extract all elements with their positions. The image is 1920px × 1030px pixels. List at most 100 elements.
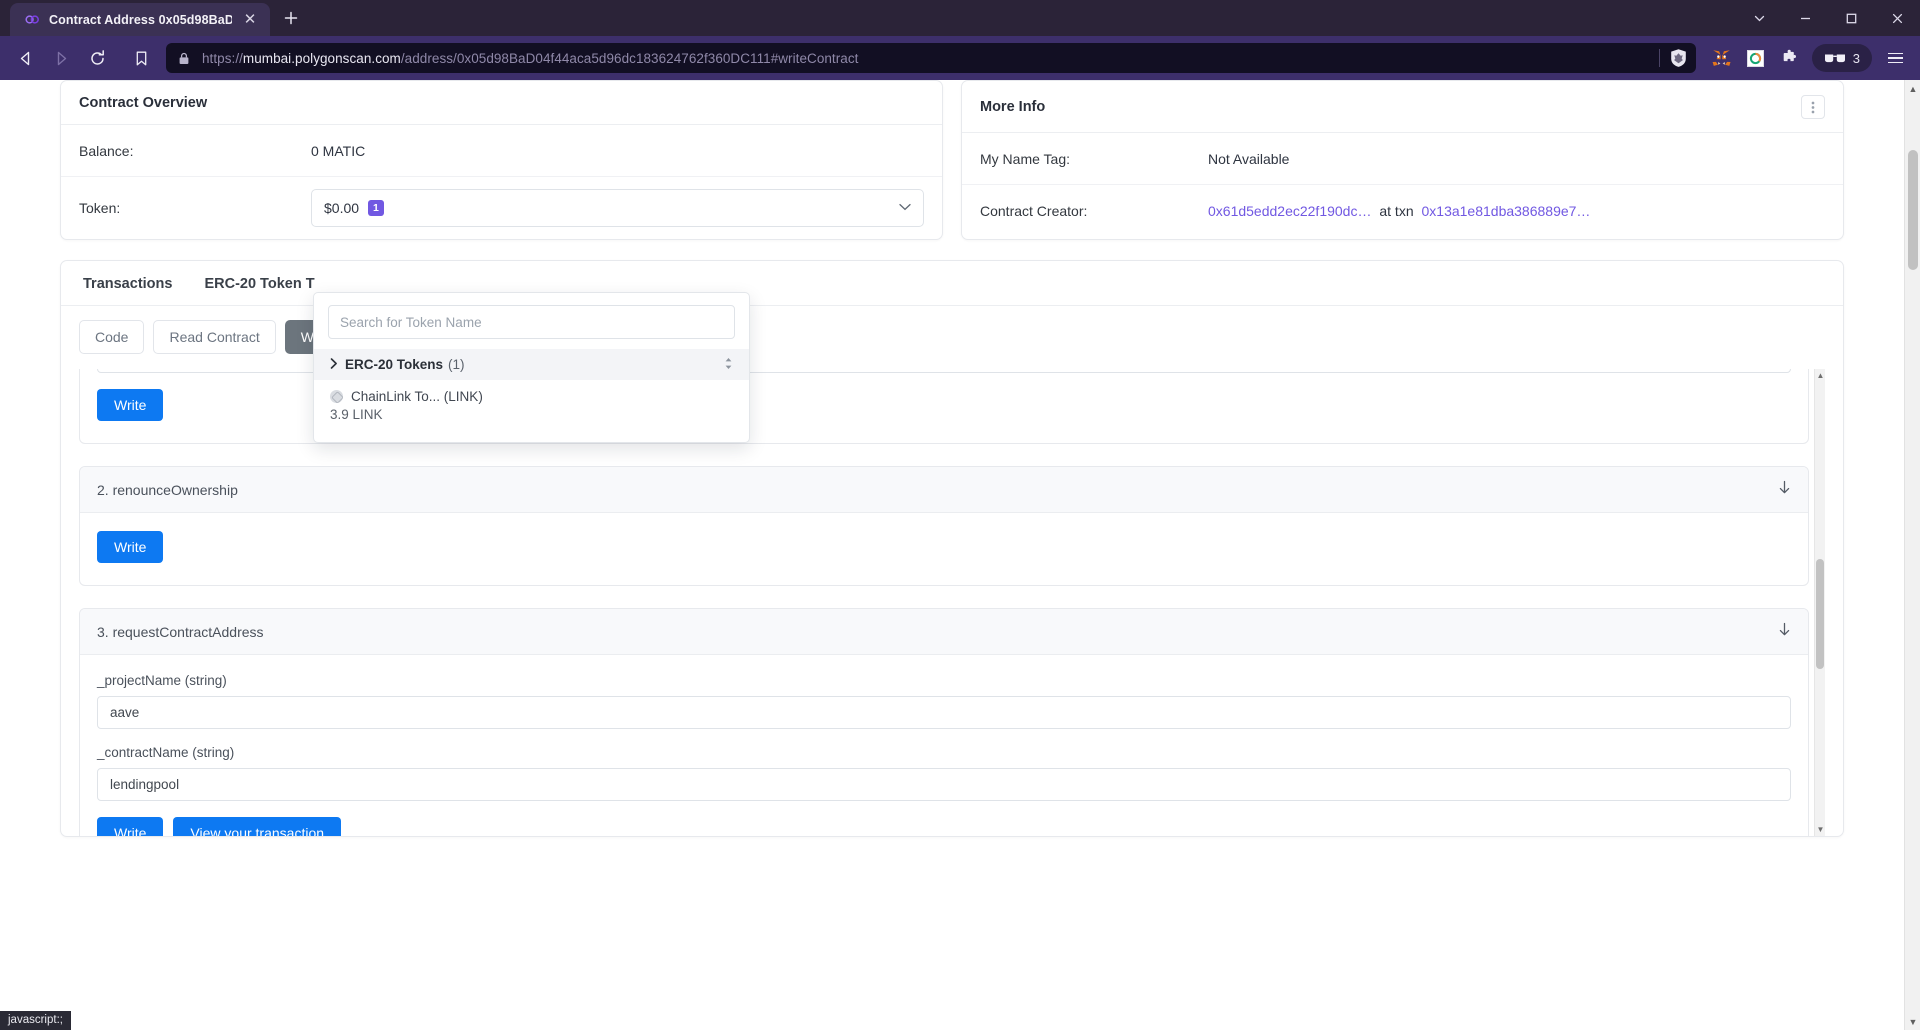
chevron-right-icon — [330, 357, 338, 372]
page-viewport: Contract Overview Balance: 0 MATIC Token… — [0, 80, 1920, 1030]
token-item-balance: 3.9 LINK — [330, 407, 383, 422]
balance-label: Balance: — [79, 142, 134, 159]
more-info-header: More Info — [962, 81, 1843, 133]
at-txn-label: at txn — [1379, 203, 1414, 219]
contract-overview-panel: Contract Overview Balance: 0 MATIC Token… — [60, 80, 943, 240]
code-button[interactable]: Code — [79, 320, 145, 354]
tab-erc20-token-transfers[interactable]: ERC-20 Token T — [204, 276, 314, 292]
close-icon[interactable] — [1874, 0, 1920, 36]
view-transaction-button[interactable]: View your transaction — [173, 817, 342, 836]
token-label: Token: — [79, 200, 121, 216]
read-contract-button[interactable]: Read Contract — [153, 320, 276, 354]
token-select-wrap: $0.00 1 — [311, 189, 924, 227]
url-text: https://mumbai.polygonscan.com/address/0… — [202, 50, 859, 66]
name-tag-row: My Name Tag: Not Available — [962, 133, 1843, 185]
browser-window: Contract Address 0x05d98BaD04f ✕ https:/… — [0, 0, 1920, 1030]
contract-overview-header: Contract Overview — [61, 81, 942, 125]
creator-address-link[interactable]: 0x61d5edd2ec22f190dc… — [1208, 203, 1371, 219]
tab-strip: Contract Address 0x05d98BaD04f ✕ — [0, 0, 1920, 36]
token-list-item[interactable]: ChainLink To... (LINK) 3.9 LINK — [314, 380, 749, 432]
token-dropdown-panel: ERC-20 Tokens (1) ChainLink To... (LINK) — [313, 292, 750, 443]
token-count-badge: 1 — [368, 200, 384, 216]
polygon-logo-icon — [24, 11, 41, 28]
lock-icon — [178, 52, 194, 65]
polygonscan-page: Contract Overview Balance: 0 MATIC Token… — [0, 80, 1904, 1030]
function-2-body: Write — [80, 513, 1808, 585]
page-scroll-thumb[interactable] — [1908, 150, 1918, 270]
chevron-down-icon[interactable] — [1778, 480, 1791, 499]
profile-count: 3 — [1852, 50, 1860, 66]
url-divider — [1658, 49, 1660, 67]
url-bar[interactable]: https://mumbai.polygonscan.com/address/0… — [166, 43, 1696, 73]
status-bubble: javascript:; — [0, 1011, 71, 1030]
token-item-top: ChainLink To... (LINK) — [330, 389, 733, 404]
contract-creator-value: 0x61d5edd2ec22f190dc… at txn 0x13a1e81db… — [1208, 203, 1825, 219]
balance-value: 0 MATIC — [311, 142, 366, 159]
more-info-panel: More Info My Name Tag: Not Available Con… — [961, 80, 1844, 240]
token-search-input[interactable] — [328, 305, 735, 339]
metamask-fox-icon[interactable] — [1706, 42, 1738, 74]
chevron-down-icon[interactable] — [1736, 0, 1782, 36]
tab-transactions[interactable]: Transactions — [83, 276, 172, 292]
back-arrow-icon[interactable] — [8, 41, 42, 75]
contract-name-input[interactable] — [97, 768, 1791, 801]
function-3-buttons: Write View your transaction — [97, 817, 1791, 836]
chevron-down-icon[interactable] — [1778, 622, 1791, 641]
erc20-group-header[interactable]: ERC-20 Tokens (1) — [314, 349, 749, 380]
page-scroll-down-arrow[interactable]: ▼ — [1905, 1013, 1920, 1030]
sort-updown-icon[interactable] — [724, 357, 733, 372]
brave-profile-glasses-icon[interactable]: 3 — [1811, 44, 1872, 72]
write-button-2[interactable]: Write — [97, 531, 164, 563]
function-box-2: 2. renounceOwnership Write — [79, 466, 1809, 586]
contract-creator-label: Contract Creator: — [980, 203, 1088, 219]
page-scrollbar[interactable]: ▲ ▼ — [1904, 80, 1920, 1030]
inner-scrollbar[interactable]: ▲ ▼ — [1814, 369, 1825, 836]
extension-icons: 3 — [1706, 41, 1912, 75]
maximize-icon[interactable] — [1828, 0, 1874, 36]
function-2-header[interactable]: 2. renounceOwnership — [80, 467, 1808, 513]
function-2-title: 2. renounceOwnership — [97, 481, 238, 498]
token-select[interactable]: $0.00 1 — [311, 189, 924, 227]
browser-tab[interactable]: Contract Address 0x05d98BaD04f ✕ — [10, 3, 270, 36]
page-scroll-up-arrow[interactable]: ▲ — [1905, 80, 1920, 97]
write-button-3[interactable]: Write — [97, 817, 164, 836]
window-controls — [1736, 0, 1920, 36]
name-tag-value: Not Available — [1208, 150, 1290, 167]
bookmark-icon[interactable] — [124, 41, 158, 75]
more-info-title: More Info — [980, 99, 1046, 115]
inner-scroll-down-arrow[interactable]: ▼ — [1815, 823, 1825, 836]
function-box-3: 3. requestContractAddress _projectName (… — [79, 608, 1809, 836]
navigation-toolbar: https://mumbai.polygonscan.com/address/0… — [0, 36, 1920, 80]
function-3-title: 3. requestContractAddress — [97, 623, 264, 640]
token-search-wrap — [314, 305, 749, 349]
tab-title: Contract Address 0x05d98BaD04f — [49, 12, 232, 27]
plus-icon[interactable] — [276, 3, 306, 33]
inner-scroll-up-arrow[interactable]: ▲ — [1815, 369, 1825, 382]
contract-creator-row: Contract Creator: 0x61d5edd2ec22f190dc… … — [962, 185, 1843, 237]
minimize-icon[interactable] — [1782, 0, 1828, 36]
creator-txn-link[interactable]: 0x13a1e81dba386889e7… — [1422, 203, 1591, 219]
name-tag-label: My Name Tag: — [980, 150, 1070, 167]
token-item-name: ChainLink To... (LINK) — [351, 389, 483, 404]
token-amount: $0.00 — [324, 200, 360, 216]
hamburger-menu-icon[interactable] — [1878, 41, 1912, 75]
project-name-label: _projectName (string) — [97, 673, 227, 688]
wallet-extension-icon[interactable] — [1740, 42, 1772, 74]
erc20-group-count: (1) — [448, 357, 465, 372]
function-3-body: _projectName (string) _contractName (str… — [80, 655, 1808, 836]
puzzle-piece-icon[interactable] — [1774, 42, 1806, 74]
contract-name-label: _contractName (string) — [97, 745, 235, 760]
close-icon[interactable]: ✕ — [240, 10, 260, 30]
erc20-group-name: ERC-20 Tokens — [345, 357, 444, 372]
brave-shield-lion-icon[interactable] — [1668, 48, 1690, 68]
write-button-1[interactable]: Write — [97, 389, 164, 421]
reload-icon[interactable] — [80, 41, 114, 75]
link-token-icon — [330, 390, 343, 403]
token-row: Token: $0.00 1 — [61, 177, 942, 239]
chevron-down-icon[interactable] — [899, 202, 911, 214]
overview-panels: Contract Overview Balance: 0 MATIC Token… — [0, 80, 1904, 240]
project-name-input[interactable] — [97, 696, 1791, 729]
function-3-header[interactable]: 3. requestContractAddress — [80, 609, 1808, 655]
kebab-menu-icon[interactable] — [1801, 95, 1825, 119]
inner-scroll-thumb[interactable] — [1816, 559, 1824, 669]
